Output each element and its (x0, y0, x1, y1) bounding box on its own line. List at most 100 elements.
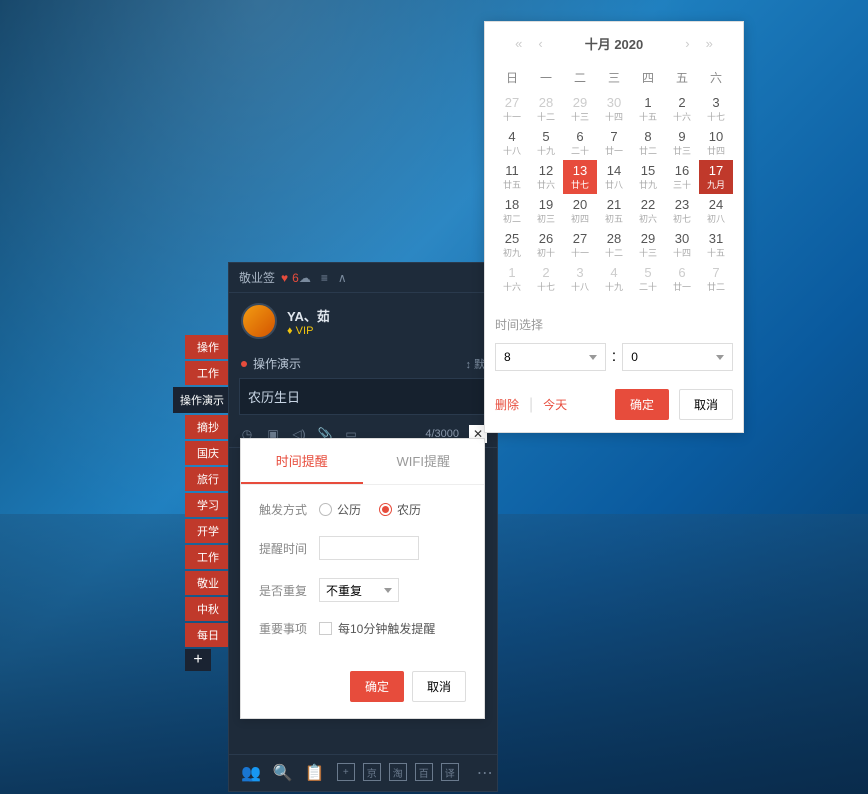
calendar-day[interactable]: 30十四 (597, 92, 631, 126)
side-tab-10[interactable]: 中秋 (185, 597, 231, 621)
contacts-icon[interactable]: 👥 (241, 763, 261, 783)
category-side-tabs: 操作工作操作演示摘抄国庆旅行学习开学工作敬业中秋每日+ (185, 335, 231, 671)
calendar-day[interactable]: 1十六 (495, 262, 529, 296)
calendar-day[interactable]: 30十四 (665, 228, 699, 262)
shortcut-淘[interactable]: 淘 (389, 763, 407, 781)
notification-icon[interactable]: ♥ (281, 271, 288, 285)
important-checkbox[interactable] (319, 622, 332, 635)
calendar-cancel-button[interactable]: 取消 (679, 389, 733, 420)
radio-农历[interactable]: 农历 (379, 501, 421, 518)
shortcut-百[interactable]: 百 (415, 763, 433, 781)
calendar-day[interactable]: 1十五 (631, 92, 665, 126)
reminder-tab-1[interactable]: WIFI提醒 (363, 439, 485, 484)
calendar-day[interactable]: 26初十 (529, 228, 563, 262)
collapse-icon[interactable]: ∧ (338, 271, 347, 285)
avatar[interactable] (241, 303, 277, 339)
add-button[interactable]: + (337, 763, 355, 781)
calendar-day[interactable]: 28十二 (597, 228, 631, 262)
calendar-day[interactable]: 14廿八 (597, 160, 631, 194)
side-tab-4[interactable]: 国庆 (185, 441, 231, 465)
next-month-icon[interactable]: › (681, 36, 693, 51)
calendar-day[interactable]: 3十八 (563, 262, 597, 296)
calendar-day[interactable]: 16三十 (665, 160, 699, 194)
calendar-day[interactable]: 5十九 (529, 126, 563, 160)
next-year-icon[interactable]: » (702, 36, 717, 51)
search-icon[interactable]: 🔍 (273, 763, 293, 783)
calendar-day[interactable]: 6二十 (563, 126, 597, 160)
today-link[interactable]: 今天 (543, 396, 567, 413)
reminder-tab-0[interactable]: 时间提醒 (241, 439, 363, 484)
calendar-day[interactable]: 29十三 (563, 92, 597, 126)
calendar-day[interactable]: 13廿七 (563, 160, 597, 194)
minute-select[interactable]: 0 (622, 343, 733, 371)
calendar-day[interactable]: 19初三 (529, 194, 563, 228)
calendar-day[interactable]: 4十九 (597, 262, 631, 296)
calendar-day[interactable]: 10廿四 (699, 126, 733, 160)
calendar-day[interactable]: 21初五 (597, 194, 631, 228)
weekday-header: 一 (529, 63, 563, 92)
calendar-day[interactable]: 27十一 (563, 228, 597, 262)
prev-month-icon[interactable]: ‹ (534, 36, 546, 51)
shortcut-译[interactable]: 译 (441, 763, 459, 781)
panel-header: 敬业签 ♥ 6 ☁ ≡ ∧ (229, 263, 497, 293)
delete-link[interactable]: 删除 (495, 396, 519, 413)
calendar-day[interactable]: 29十三 (631, 228, 665, 262)
calendar-day[interactable]: 31十五 (699, 228, 733, 262)
bottom-bar: 👥 🔍 📋 + 京淘百译 ⋯ (229, 754, 497, 791)
cloud-icon[interactable]: ☁ (299, 271, 311, 285)
calendar-day[interactable]: 15廿九 (631, 160, 665, 194)
prev-year-icon[interactable]: « (511, 36, 526, 51)
more-icon[interactable]: ⋯ (477, 763, 493, 783)
reminder-confirm-button[interactable]: 确定 (350, 671, 404, 702)
calendar-day[interactable]: 20初四 (563, 194, 597, 228)
reminder-time-input[interactable] (319, 536, 419, 560)
calendar-day[interactable]: 17九月 (699, 160, 733, 194)
calendar-day[interactable]: 4十八 (495, 126, 529, 160)
calendar-confirm-button[interactable]: 确定 (615, 389, 669, 420)
hour-select[interactable]: 8 (495, 343, 606, 371)
calendar-day[interactable]: 28十二 (529, 92, 563, 126)
calendar-day[interactable]: 24初八 (699, 194, 733, 228)
radio-公历[interactable]: 公历 (319, 501, 361, 518)
side-tab-5[interactable]: 旅行 (185, 467, 231, 491)
calendar-header: « ‹ 十月 2020 › » (495, 34, 733, 53)
reminder-tabs: 时间提醒WIFI提醒 (241, 439, 484, 485)
calendar-day[interactable]: 9廿三 (665, 126, 699, 160)
side-tab-0[interactable]: 操作 (185, 335, 231, 359)
shortcut-京[interactable]: 京 (363, 763, 381, 781)
side-tab-2[interactable]: 操作演示 (173, 387, 231, 413)
calendar-icon[interactable]: 📋 (305, 763, 325, 783)
menu-icon[interactable]: ≡ (321, 271, 328, 285)
weekday-header: 五 (665, 63, 699, 92)
side-tab-8[interactable]: 工作 (185, 545, 231, 569)
calendar-day[interactable]: 7廿二 (699, 262, 733, 296)
side-tab-7[interactable]: 开学 (185, 519, 231, 543)
calendar-day[interactable]: 8廿二 (631, 126, 665, 160)
calendar-day[interactable]: 23初七 (665, 194, 699, 228)
chevron-down-icon (589, 355, 597, 360)
weekday-header: 四 (631, 63, 665, 92)
reminder-cancel-button[interactable]: 取消 (412, 671, 466, 702)
side-tab-6[interactable]: 学习 (185, 493, 231, 517)
side-tab-11[interactable]: 每日 (185, 623, 231, 647)
calendar-day[interactable]: 18初二 (495, 194, 529, 228)
sort-label[interactable]: ↕ 默 (465, 356, 485, 372)
calendar-day[interactable]: 2十七 (529, 262, 563, 296)
calendar-day[interactable]: 22初六 (631, 194, 665, 228)
calendar-day[interactable]: 5二十 (631, 262, 665, 296)
note-input[interactable]: 农历生日 (239, 378, 487, 415)
calendar-day[interactable]: 25初九 (495, 228, 529, 262)
side-tab-9[interactable]: 敬业 (185, 571, 231, 595)
calendar-day[interactable]: 11廿五 (495, 160, 529, 194)
calendar-day[interactable]: 7廿一 (597, 126, 631, 160)
calendar-day[interactable]: 6廿一 (665, 262, 699, 296)
side-tab-1[interactable]: 工作 (185, 361, 231, 385)
calendar-day[interactable]: 12廿六 (529, 160, 563, 194)
calendar-day[interactable]: 2十六 (665, 92, 699, 126)
add-category-button[interactable]: + (185, 649, 211, 671)
repeat-select[interactable]: 不重复 (319, 578, 399, 602)
side-tab-3[interactable]: 摘抄 (185, 415, 231, 439)
calendar-day[interactable]: 27十一 (495, 92, 529, 126)
calendar-day[interactable]: 3十七 (699, 92, 733, 126)
important-label: 重要事项 (259, 620, 319, 637)
